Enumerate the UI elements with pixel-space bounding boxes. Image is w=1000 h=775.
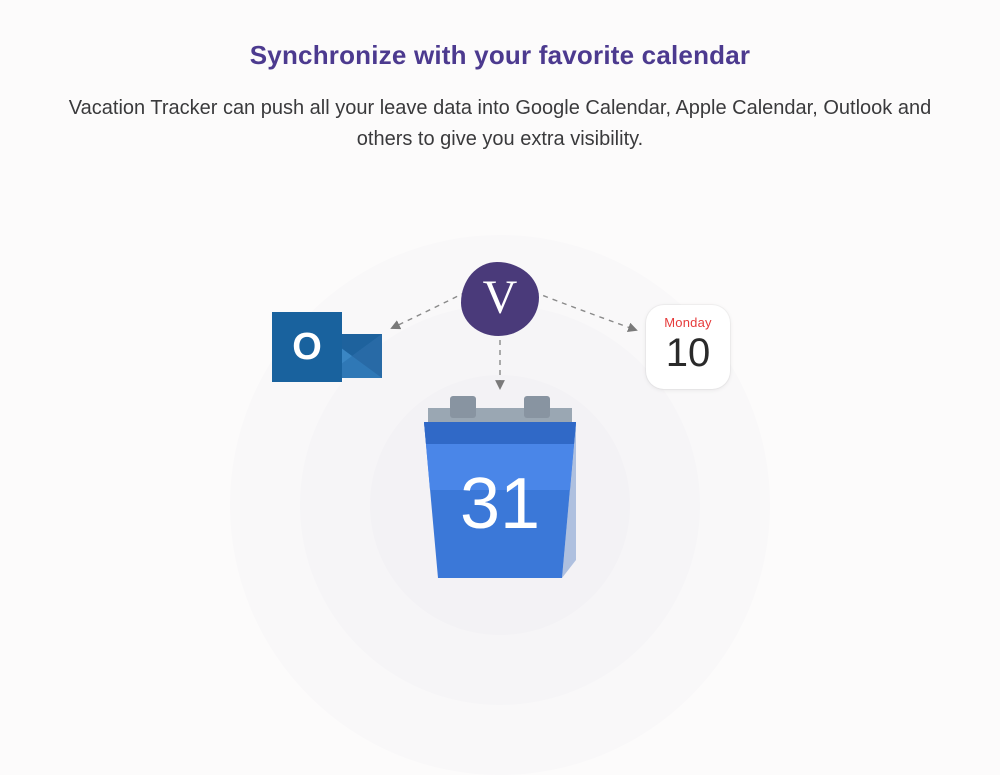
outlook-letter: O xyxy=(292,326,322,369)
apple-calendar-day-label: Monday xyxy=(646,315,730,330)
page-subheading: Vacation Tracker can push all your leave… xyxy=(0,93,1000,155)
outlook-icon: O xyxy=(272,312,382,402)
page-heading: Synchronize with your favorite calendar xyxy=(0,40,1000,71)
vacation-tracker-letter: V xyxy=(483,270,518,325)
svg-text:31: 31 xyxy=(460,464,540,544)
apple-calendar-icon: Monday 10 xyxy=(646,305,730,389)
apple-calendar-day-number: 10 xyxy=(646,332,730,374)
vacation-tracker-logo-icon: V xyxy=(461,262,539,336)
google-calendar-icon: 31 xyxy=(410,390,590,585)
sync-illustration: V O Monday 10 xyxy=(0,230,1000,660)
